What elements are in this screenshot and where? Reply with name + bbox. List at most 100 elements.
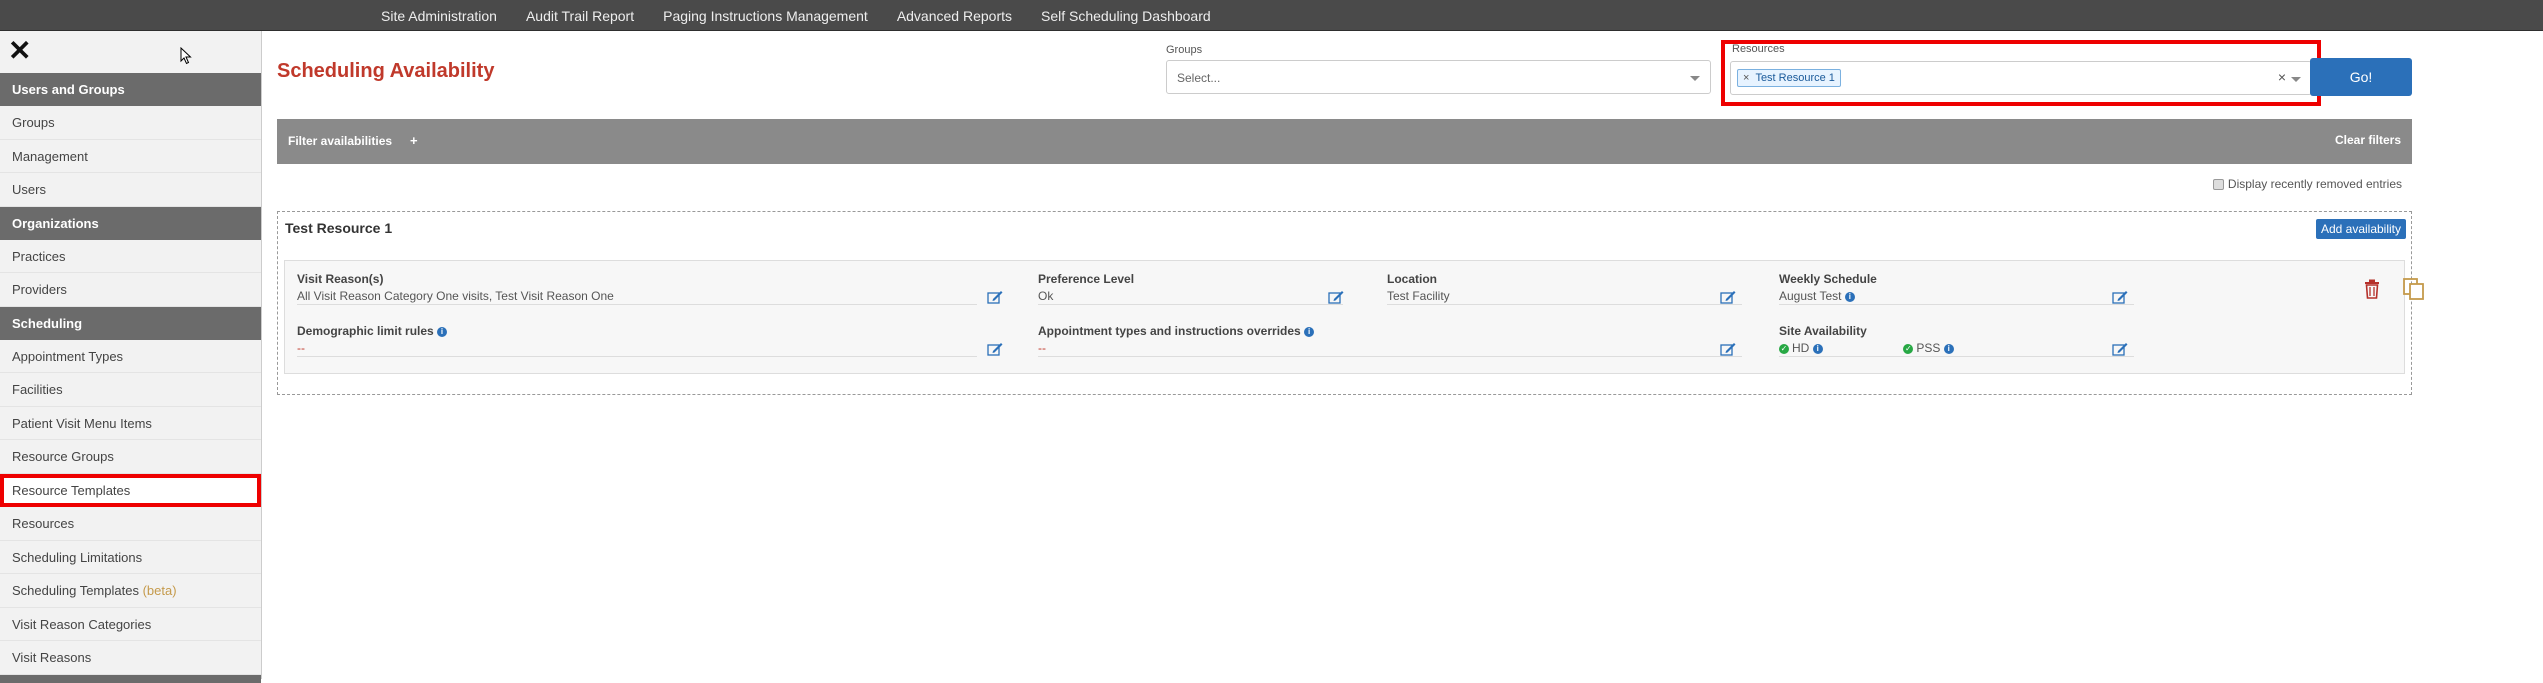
sidebar-item-resources[interactable]: Resources xyxy=(0,507,261,541)
sidebar-section-organizations: Organizations xyxy=(0,206,261,240)
resource-name: Test Resource 1 xyxy=(285,220,393,236)
demographic-label-wrap: Demographic limit rules i xyxy=(297,324,1012,338)
demographic-field: Demographic limit rules i -- xyxy=(297,324,1012,357)
close-icon[interactable]: ✕ xyxy=(8,37,31,65)
tag-remove-icon[interactable]: × xyxy=(1743,72,1749,84)
info-icon[interactable]: i xyxy=(1943,343,1954,354)
groups-placeholder: Select... xyxy=(1177,71,1221,85)
sidebar-item-practices[interactable]: Practices xyxy=(0,240,261,273)
divider xyxy=(1387,304,1742,305)
resources-select[interactable]: × Test Resource 1 × xyxy=(1730,61,2312,95)
resources-highlight: Resources × Test Resource 1 × xyxy=(1721,40,2321,106)
overrides-field: Appointment types and instructions overr… xyxy=(1038,324,1762,357)
divider xyxy=(1038,304,1343,305)
sidebar-item-facilities[interactable]: Facilities xyxy=(0,373,261,407)
info-icon[interactable]: i xyxy=(1304,326,1315,337)
sidebar: ✕ Users and Groups Groups Management Use… xyxy=(0,31,262,683)
recent-entries-toggle[interactable]: Display recently removed entries xyxy=(2212,177,2402,191)
top-bar: Site Administration Audit Trail Report P… xyxy=(0,0,2543,31)
edit-icon[interactable] xyxy=(1720,290,1736,304)
site-availability-label: Site Availability xyxy=(1779,324,1867,338)
sidebar-section-users-and-groups: Users and Groups xyxy=(0,73,261,106)
divider xyxy=(297,356,977,357)
nav-self-scheduling-dashboard[interactable]: Self Scheduling Dashboard xyxy=(1041,8,1211,24)
groups-select[interactable]: Select... xyxy=(1166,60,1711,94)
trash-icon[interactable] xyxy=(2364,279,2380,299)
chevron-down-icon xyxy=(1690,76,1700,81)
site-pss: PSS xyxy=(1916,341,1941,355)
overrides-label-wrap: Appointment types and instructions overr… xyxy=(1038,324,1762,338)
recent-entries-label: Display recently removed entries xyxy=(2227,177,2402,191)
preference-field: Preference Level Ok xyxy=(1038,272,1368,305)
site-hd: HD xyxy=(1792,341,1810,355)
clear-filters-button[interactable]: Clear filters xyxy=(2335,133,2401,147)
location-label: Location xyxy=(1387,272,1437,286)
check-circle-icon: ✓ xyxy=(1903,343,1914,354)
main-content: Scheduling Availability Groups Select...… xyxy=(262,31,2543,679)
demographic-label: Demographic limit rules xyxy=(297,324,434,338)
edit-icon[interactable] xyxy=(2112,342,2128,356)
sidebar-item-management[interactable]: Management xyxy=(0,140,261,173)
weekly-schedule-label: Weekly Schedule xyxy=(1779,272,1877,286)
sidebar-item-users[interactable]: Users xyxy=(0,173,261,207)
visit-reasons-field: Visit Reason(s) All Visit Reason Categor… xyxy=(297,272,1012,305)
beta-badge: (beta) xyxy=(142,583,177,598)
overrides-label: Appointment types and instructions overr… xyxy=(1038,324,1301,338)
sidebar-section-scheduling: Scheduling xyxy=(0,306,261,340)
info-icon[interactable]: i xyxy=(1812,343,1823,354)
sidebar-item-label: Scheduling Templates xyxy=(12,583,139,598)
site-availability-field: Site Availability ✓ HD i ✓ PSS i xyxy=(1779,324,2154,357)
copy-icon[interactable] xyxy=(2403,278,2425,300)
weekly-schedule-field: Weekly Schedule August Test i xyxy=(1779,272,2154,305)
demographic-value: -- xyxy=(297,341,305,355)
sidebar-item-visit-reason-categories[interactable]: Visit Reason Categories xyxy=(0,608,261,641)
filter-availabilities-toggle[interactable]: Filter availabilities xyxy=(288,134,392,148)
resource-tag-label: Test Resource 1 xyxy=(1755,72,1835,84)
nav-site-administration[interactable]: Site Administration xyxy=(381,8,497,24)
add-availability-button[interactable]: Add availability xyxy=(2315,219,2406,239)
sidebar-item-patient-visit-menu-items[interactable]: Patient Visit Menu Items xyxy=(0,407,261,440)
preference-value: Ok xyxy=(1038,289,1054,303)
visit-reasons-label: Visit Reason(s) xyxy=(297,272,384,286)
nav-audit-trail-report[interactable]: Audit Trail Report xyxy=(526,8,634,24)
site-availability-values: ✓ HD i ✓ PSS i xyxy=(1779,341,1954,355)
sidebar-item-groups[interactable]: Groups xyxy=(0,106,261,140)
availability-card: Visit Reason(s) All Visit Reason Categor… xyxy=(284,260,2424,374)
plus-icon[interactable]: + xyxy=(410,133,418,148)
resource-tag[interactable]: × Test Resource 1 xyxy=(1737,69,1841,87)
groups-label: Groups xyxy=(1166,44,1203,56)
sidebar-item-visit-reasons[interactable]: Visit Reasons xyxy=(0,641,261,675)
sidebar-close-area: ✕ xyxy=(0,31,261,73)
info-icon[interactable]: i xyxy=(1844,291,1855,302)
sidebar-item-scheduling-limitations[interactable]: Scheduling Limitations xyxy=(0,541,261,574)
divider xyxy=(1779,356,2134,357)
filter-bar: Filter availabilities + Clear filters xyxy=(277,119,2412,164)
sidebar-item-scheduling-templates[interactable]: Scheduling Templates (beta) xyxy=(0,574,261,608)
go-button[interactable]: Go! xyxy=(2310,58,2412,96)
mouse-cursor-icon xyxy=(180,47,192,65)
edit-icon[interactable] xyxy=(1720,342,1736,356)
info-icon[interactable]: i xyxy=(437,326,448,337)
edit-icon[interactable] xyxy=(987,342,1003,356)
location-field: Location Test Facility xyxy=(1387,272,1762,305)
edit-icon[interactable] xyxy=(2112,290,2128,304)
sidebar-item-resource-templates[interactable]: Resource Templates xyxy=(0,473,261,507)
sidebar-item-providers[interactable]: Providers xyxy=(0,273,261,307)
resources-label: Resources xyxy=(1732,43,1785,55)
sidebar-item-resource-groups[interactable]: Resource Groups xyxy=(0,440,261,474)
sidebar-item-appointment-types[interactable]: Appointment Types xyxy=(0,340,261,373)
visit-reasons-value: All Visit Reason Category One visits, Te… xyxy=(297,289,614,303)
location-value: Test Facility xyxy=(1387,289,1450,303)
nav-advanced-reports[interactable]: Advanced Reports xyxy=(897,8,1012,24)
nav-paging-instructions[interactable]: Paging Instructions Management xyxy=(663,8,868,24)
preference-label: Preference Level xyxy=(1038,272,1135,286)
clear-selection-icon[interactable]: × xyxy=(2278,69,2286,85)
edit-icon[interactable] xyxy=(987,290,1003,304)
divider xyxy=(297,304,977,305)
edit-icon[interactable] xyxy=(1328,290,1344,304)
page-title: Scheduling Availability xyxy=(277,60,495,82)
divider xyxy=(1038,356,1742,357)
weekly-schedule-value: August Test xyxy=(1779,289,1842,303)
recent-entries-checkbox[interactable] xyxy=(2212,178,2224,190)
overrides-value: -- xyxy=(1038,341,1046,355)
